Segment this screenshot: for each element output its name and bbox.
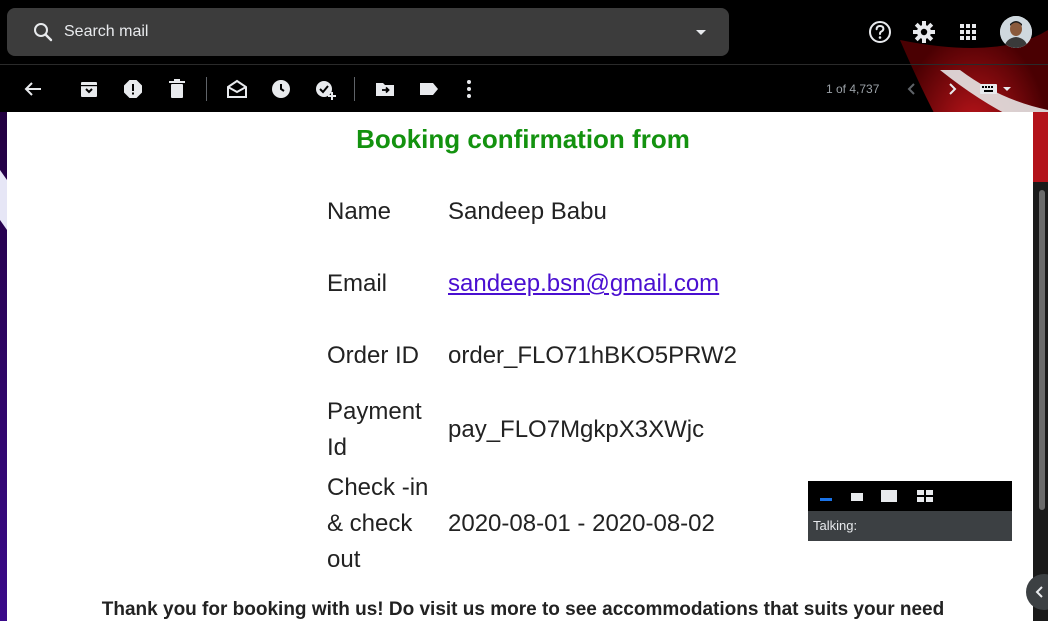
payment-id-label: Payment Id xyxy=(327,398,422,461)
message-toolbar: 1 of 4,737 xyxy=(0,64,1048,112)
order-id-value: order_FLO71hBKO5PRW2 xyxy=(448,342,738,369)
email-label: Email xyxy=(327,270,388,297)
settings-gear-icon[interactable] xyxy=(908,16,940,48)
snooze-icon[interactable] xyxy=(269,77,293,101)
newer-chevron-icon[interactable] xyxy=(900,77,924,101)
toolbar-divider xyxy=(354,77,355,101)
thanks-message: Thank you for booking with us! Do visit … xyxy=(101,599,945,620)
apps-grid-icon[interactable] xyxy=(952,16,984,48)
search-options-dropdown-icon[interactable] xyxy=(689,20,713,44)
older-chevron-icon[interactable] xyxy=(940,77,964,101)
keyboard-icon[interactable] xyxy=(978,77,1014,101)
search-box[interactable]: Search mail xyxy=(7,8,729,56)
search-icon[interactable] xyxy=(31,20,55,44)
pager-text: 1 of 4,737 xyxy=(826,82,880,96)
layout-options-bar xyxy=(808,481,1012,511)
email-link[interactable]: sandeep.bsn@gmail.com xyxy=(448,266,719,302)
name-label: Name xyxy=(327,198,392,225)
add-to-tasks-icon[interactable] xyxy=(313,77,337,101)
talking-widget: Talking: xyxy=(808,481,1012,541)
more-vert-icon[interactable] xyxy=(457,77,481,101)
move-to-icon[interactable] xyxy=(373,77,397,101)
mark-unread-icon[interactable] xyxy=(225,77,249,101)
avatar-photo xyxy=(1000,16,1032,48)
grid-layout-icon[interactable] xyxy=(916,489,934,503)
check-in-out-value: 2020-08-01 - 2020-08-02 xyxy=(448,510,715,537)
delete-icon[interactable] xyxy=(165,77,189,101)
help-icon[interactable] xyxy=(864,16,896,48)
email-body: Booking confirmation from Name Sandeep B… xyxy=(7,112,1033,621)
order-id-label: Order ID xyxy=(327,342,420,369)
payment-id-value: pay_FLO7MgkpX3XWjc xyxy=(448,416,705,443)
email-heading: Booking confirmation from xyxy=(356,124,690,154)
talking-status: Talking: xyxy=(808,511,1012,541)
check-in-out-label: Check -in & check out xyxy=(327,474,429,573)
chevron-left-icon xyxy=(1035,586,1043,598)
top-bar: Search mail xyxy=(0,0,1048,64)
report-spam-icon[interactable] xyxy=(121,77,145,101)
name-value: Sandeep Babu xyxy=(448,198,607,225)
toolbar-divider xyxy=(206,77,207,101)
label-icon[interactable] xyxy=(417,77,441,101)
back-arrow-icon[interactable] xyxy=(21,77,45,101)
search-input[interactable]: Search mail xyxy=(64,8,148,56)
side-panel-toggle[interactable] xyxy=(1026,574,1048,610)
minimize-layout-icon[interactable] xyxy=(819,489,833,503)
medium-layout-icon[interactable] xyxy=(880,489,898,503)
scrollbar[interactable] xyxy=(1033,112,1048,621)
gmail-window: Search mail 1 of 4,737 Booking confirmat… xyxy=(0,0,1048,621)
archive-icon[interactable] xyxy=(77,77,101,101)
scrollbar-thumb[interactable] xyxy=(1039,190,1045,510)
small-layout-icon[interactable] xyxy=(850,489,864,503)
account-avatar[interactable] xyxy=(1000,16,1032,48)
